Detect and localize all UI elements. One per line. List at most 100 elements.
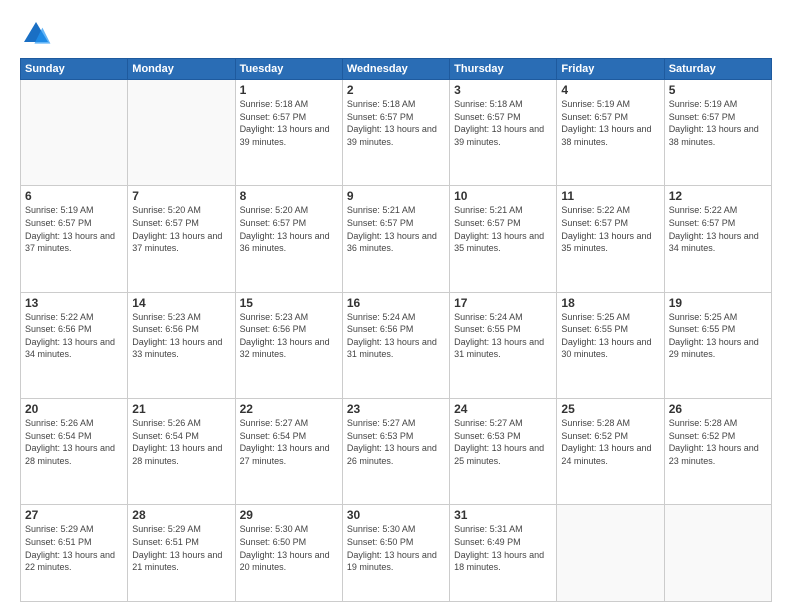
calendar-header-tuesday: Tuesday <box>235 59 342 80</box>
day-info: Sunrise: 5:27 AMSunset: 6:54 PMDaylight:… <box>240 417 338 467</box>
day-number: 25 <box>561 402 659 416</box>
day-info: Sunrise: 5:28 AMSunset: 6:52 PMDaylight:… <box>561 417 659 467</box>
day-info: Sunrise: 5:26 AMSunset: 6:54 PMDaylight:… <box>25 417 123 467</box>
day-number: 7 <box>132 189 230 203</box>
calendar-cell: 19Sunrise: 5:25 AMSunset: 6:55 PMDayligh… <box>664 292 771 398</box>
calendar-cell: 11Sunrise: 5:22 AMSunset: 6:57 PMDayligh… <box>557 186 664 292</box>
calendar-cell: 6Sunrise: 5:19 AMSunset: 6:57 PMDaylight… <box>21 186 128 292</box>
day-number: 30 <box>347 508 445 522</box>
day-info: Sunrise: 5:30 AMSunset: 6:50 PMDaylight:… <box>347 523 445 573</box>
calendar-cell: 15Sunrise: 5:23 AMSunset: 6:56 PMDayligh… <box>235 292 342 398</box>
day-info: Sunrise: 5:21 AMSunset: 6:57 PMDaylight:… <box>454 204 552 254</box>
day-info: Sunrise: 5:29 AMSunset: 6:51 PMDaylight:… <box>25 523 123 573</box>
calendar-cell: 23Sunrise: 5:27 AMSunset: 6:53 PMDayligh… <box>342 398 449 504</box>
calendar-cell: 14Sunrise: 5:23 AMSunset: 6:56 PMDayligh… <box>128 292 235 398</box>
calendar-cell: 12Sunrise: 5:22 AMSunset: 6:57 PMDayligh… <box>664 186 771 292</box>
calendar-cell: 21Sunrise: 5:26 AMSunset: 6:54 PMDayligh… <box>128 398 235 504</box>
calendar-header-wednesday: Wednesday <box>342 59 449 80</box>
calendar-cell: 27Sunrise: 5:29 AMSunset: 6:51 PMDayligh… <box>21 505 128 602</box>
day-info: Sunrise: 5:21 AMSunset: 6:57 PMDaylight:… <box>347 204 445 254</box>
day-info: Sunrise: 5:31 AMSunset: 6:49 PMDaylight:… <box>454 523 552 573</box>
calendar-cell: 2Sunrise: 5:18 AMSunset: 6:57 PMDaylight… <box>342 80 449 186</box>
day-number: 31 <box>454 508 552 522</box>
calendar-cell <box>557 505 664 602</box>
day-number: 18 <box>561 296 659 310</box>
logo-icon <box>20 18 52 50</box>
day-number: 19 <box>669 296 767 310</box>
calendar-cell: 22Sunrise: 5:27 AMSunset: 6:54 PMDayligh… <box>235 398 342 504</box>
day-number: 9 <box>347 189 445 203</box>
day-number: 29 <box>240 508 338 522</box>
calendar-cell: 24Sunrise: 5:27 AMSunset: 6:53 PMDayligh… <box>450 398 557 504</box>
day-info: Sunrise: 5:22 AMSunset: 6:57 PMDaylight:… <box>669 204 767 254</box>
calendar-cell: 25Sunrise: 5:28 AMSunset: 6:52 PMDayligh… <box>557 398 664 504</box>
day-info: Sunrise: 5:27 AMSunset: 6:53 PMDaylight:… <box>347 417 445 467</box>
day-number: 11 <box>561 189 659 203</box>
calendar-header-monday: Monday <box>128 59 235 80</box>
page: SundayMondayTuesdayWednesdayThursdayFrid… <box>0 0 792 612</box>
calendar-cell: 1Sunrise: 5:18 AMSunset: 6:57 PMDaylight… <box>235 80 342 186</box>
calendar-cell: 31Sunrise: 5:31 AMSunset: 6:49 PMDayligh… <box>450 505 557 602</box>
day-number: 5 <box>669 83 767 97</box>
day-info: Sunrise: 5:28 AMSunset: 6:52 PMDaylight:… <box>669 417 767 467</box>
calendar-cell: 7Sunrise: 5:20 AMSunset: 6:57 PMDaylight… <box>128 186 235 292</box>
day-info: Sunrise: 5:18 AMSunset: 6:57 PMDaylight:… <box>454 98 552 148</box>
day-number: 28 <box>132 508 230 522</box>
day-number: 21 <box>132 402 230 416</box>
day-info: Sunrise: 5:19 AMSunset: 6:57 PMDaylight:… <box>561 98 659 148</box>
day-info: Sunrise: 5:19 AMSunset: 6:57 PMDaylight:… <box>669 98 767 148</box>
calendar-header-sunday: Sunday <box>21 59 128 80</box>
day-info: Sunrise: 5:20 AMSunset: 6:57 PMDaylight:… <box>132 204 230 254</box>
day-info: Sunrise: 5:29 AMSunset: 6:51 PMDaylight:… <box>132 523 230 573</box>
calendar-cell <box>664 505 771 602</box>
day-number: 15 <box>240 296 338 310</box>
calendar-cell: 17Sunrise: 5:24 AMSunset: 6:55 PMDayligh… <box>450 292 557 398</box>
day-info: Sunrise: 5:25 AMSunset: 6:55 PMDaylight:… <box>669 311 767 361</box>
day-number: 16 <box>347 296 445 310</box>
day-number: 6 <box>25 189 123 203</box>
calendar-header-saturday: Saturday <box>664 59 771 80</box>
day-number: 13 <box>25 296 123 310</box>
calendar-cell: 10Sunrise: 5:21 AMSunset: 6:57 PMDayligh… <box>450 186 557 292</box>
calendar-cell: 26Sunrise: 5:28 AMSunset: 6:52 PMDayligh… <box>664 398 771 504</box>
day-info: Sunrise: 5:24 AMSunset: 6:56 PMDaylight:… <box>347 311 445 361</box>
day-number: 20 <box>25 402 123 416</box>
day-info: Sunrise: 5:22 AMSunset: 6:57 PMDaylight:… <box>561 204 659 254</box>
day-info: Sunrise: 5:19 AMSunset: 6:57 PMDaylight:… <box>25 204 123 254</box>
day-info: Sunrise: 5:18 AMSunset: 6:57 PMDaylight:… <box>240 98 338 148</box>
day-number: 8 <box>240 189 338 203</box>
calendar-cell: 16Sunrise: 5:24 AMSunset: 6:56 PMDayligh… <box>342 292 449 398</box>
calendar-cell: 30Sunrise: 5:30 AMSunset: 6:50 PMDayligh… <box>342 505 449 602</box>
calendar-header-friday: Friday <box>557 59 664 80</box>
day-info: Sunrise: 5:30 AMSunset: 6:50 PMDaylight:… <box>240 523 338 573</box>
calendar-cell <box>21 80 128 186</box>
day-number: 2 <box>347 83 445 97</box>
calendar-cell <box>128 80 235 186</box>
calendar-cell: 9Sunrise: 5:21 AMSunset: 6:57 PMDaylight… <box>342 186 449 292</box>
day-number: 14 <box>132 296 230 310</box>
calendar-cell: 8Sunrise: 5:20 AMSunset: 6:57 PMDaylight… <box>235 186 342 292</box>
calendar-cell: 29Sunrise: 5:30 AMSunset: 6:50 PMDayligh… <box>235 505 342 602</box>
day-info: Sunrise: 5:20 AMSunset: 6:57 PMDaylight:… <box>240 204 338 254</box>
day-number: 3 <box>454 83 552 97</box>
day-info: Sunrise: 5:23 AMSunset: 6:56 PMDaylight:… <box>240 311 338 361</box>
day-number: 24 <box>454 402 552 416</box>
day-info: Sunrise: 5:18 AMSunset: 6:57 PMDaylight:… <box>347 98 445 148</box>
calendar-cell: 18Sunrise: 5:25 AMSunset: 6:55 PMDayligh… <box>557 292 664 398</box>
day-number: 17 <box>454 296 552 310</box>
calendar-table: SundayMondayTuesdayWednesdayThursdayFrid… <box>20 58 772 602</box>
day-number: 4 <box>561 83 659 97</box>
calendar-cell: 20Sunrise: 5:26 AMSunset: 6:54 PMDayligh… <box>21 398 128 504</box>
day-number: 27 <box>25 508 123 522</box>
day-number: 23 <box>347 402 445 416</box>
day-info: Sunrise: 5:27 AMSunset: 6:53 PMDaylight:… <box>454 417 552 467</box>
calendar-cell: 13Sunrise: 5:22 AMSunset: 6:56 PMDayligh… <box>21 292 128 398</box>
day-info: Sunrise: 5:26 AMSunset: 6:54 PMDaylight:… <box>132 417 230 467</box>
calendar-cell: 3Sunrise: 5:18 AMSunset: 6:57 PMDaylight… <box>450 80 557 186</box>
day-info: Sunrise: 5:23 AMSunset: 6:56 PMDaylight:… <box>132 311 230 361</box>
day-number: 22 <box>240 402 338 416</box>
header <box>20 18 772 50</box>
day-number: 26 <box>669 402 767 416</box>
day-info: Sunrise: 5:24 AMSunset: 6:55 PMDaylight:… <box>454 311 552 361</box>
calendar-cell: 5Sunrise: 5:19 AMSunset: 6:57 PMDaylight… <box>664 80 771 186</box>
